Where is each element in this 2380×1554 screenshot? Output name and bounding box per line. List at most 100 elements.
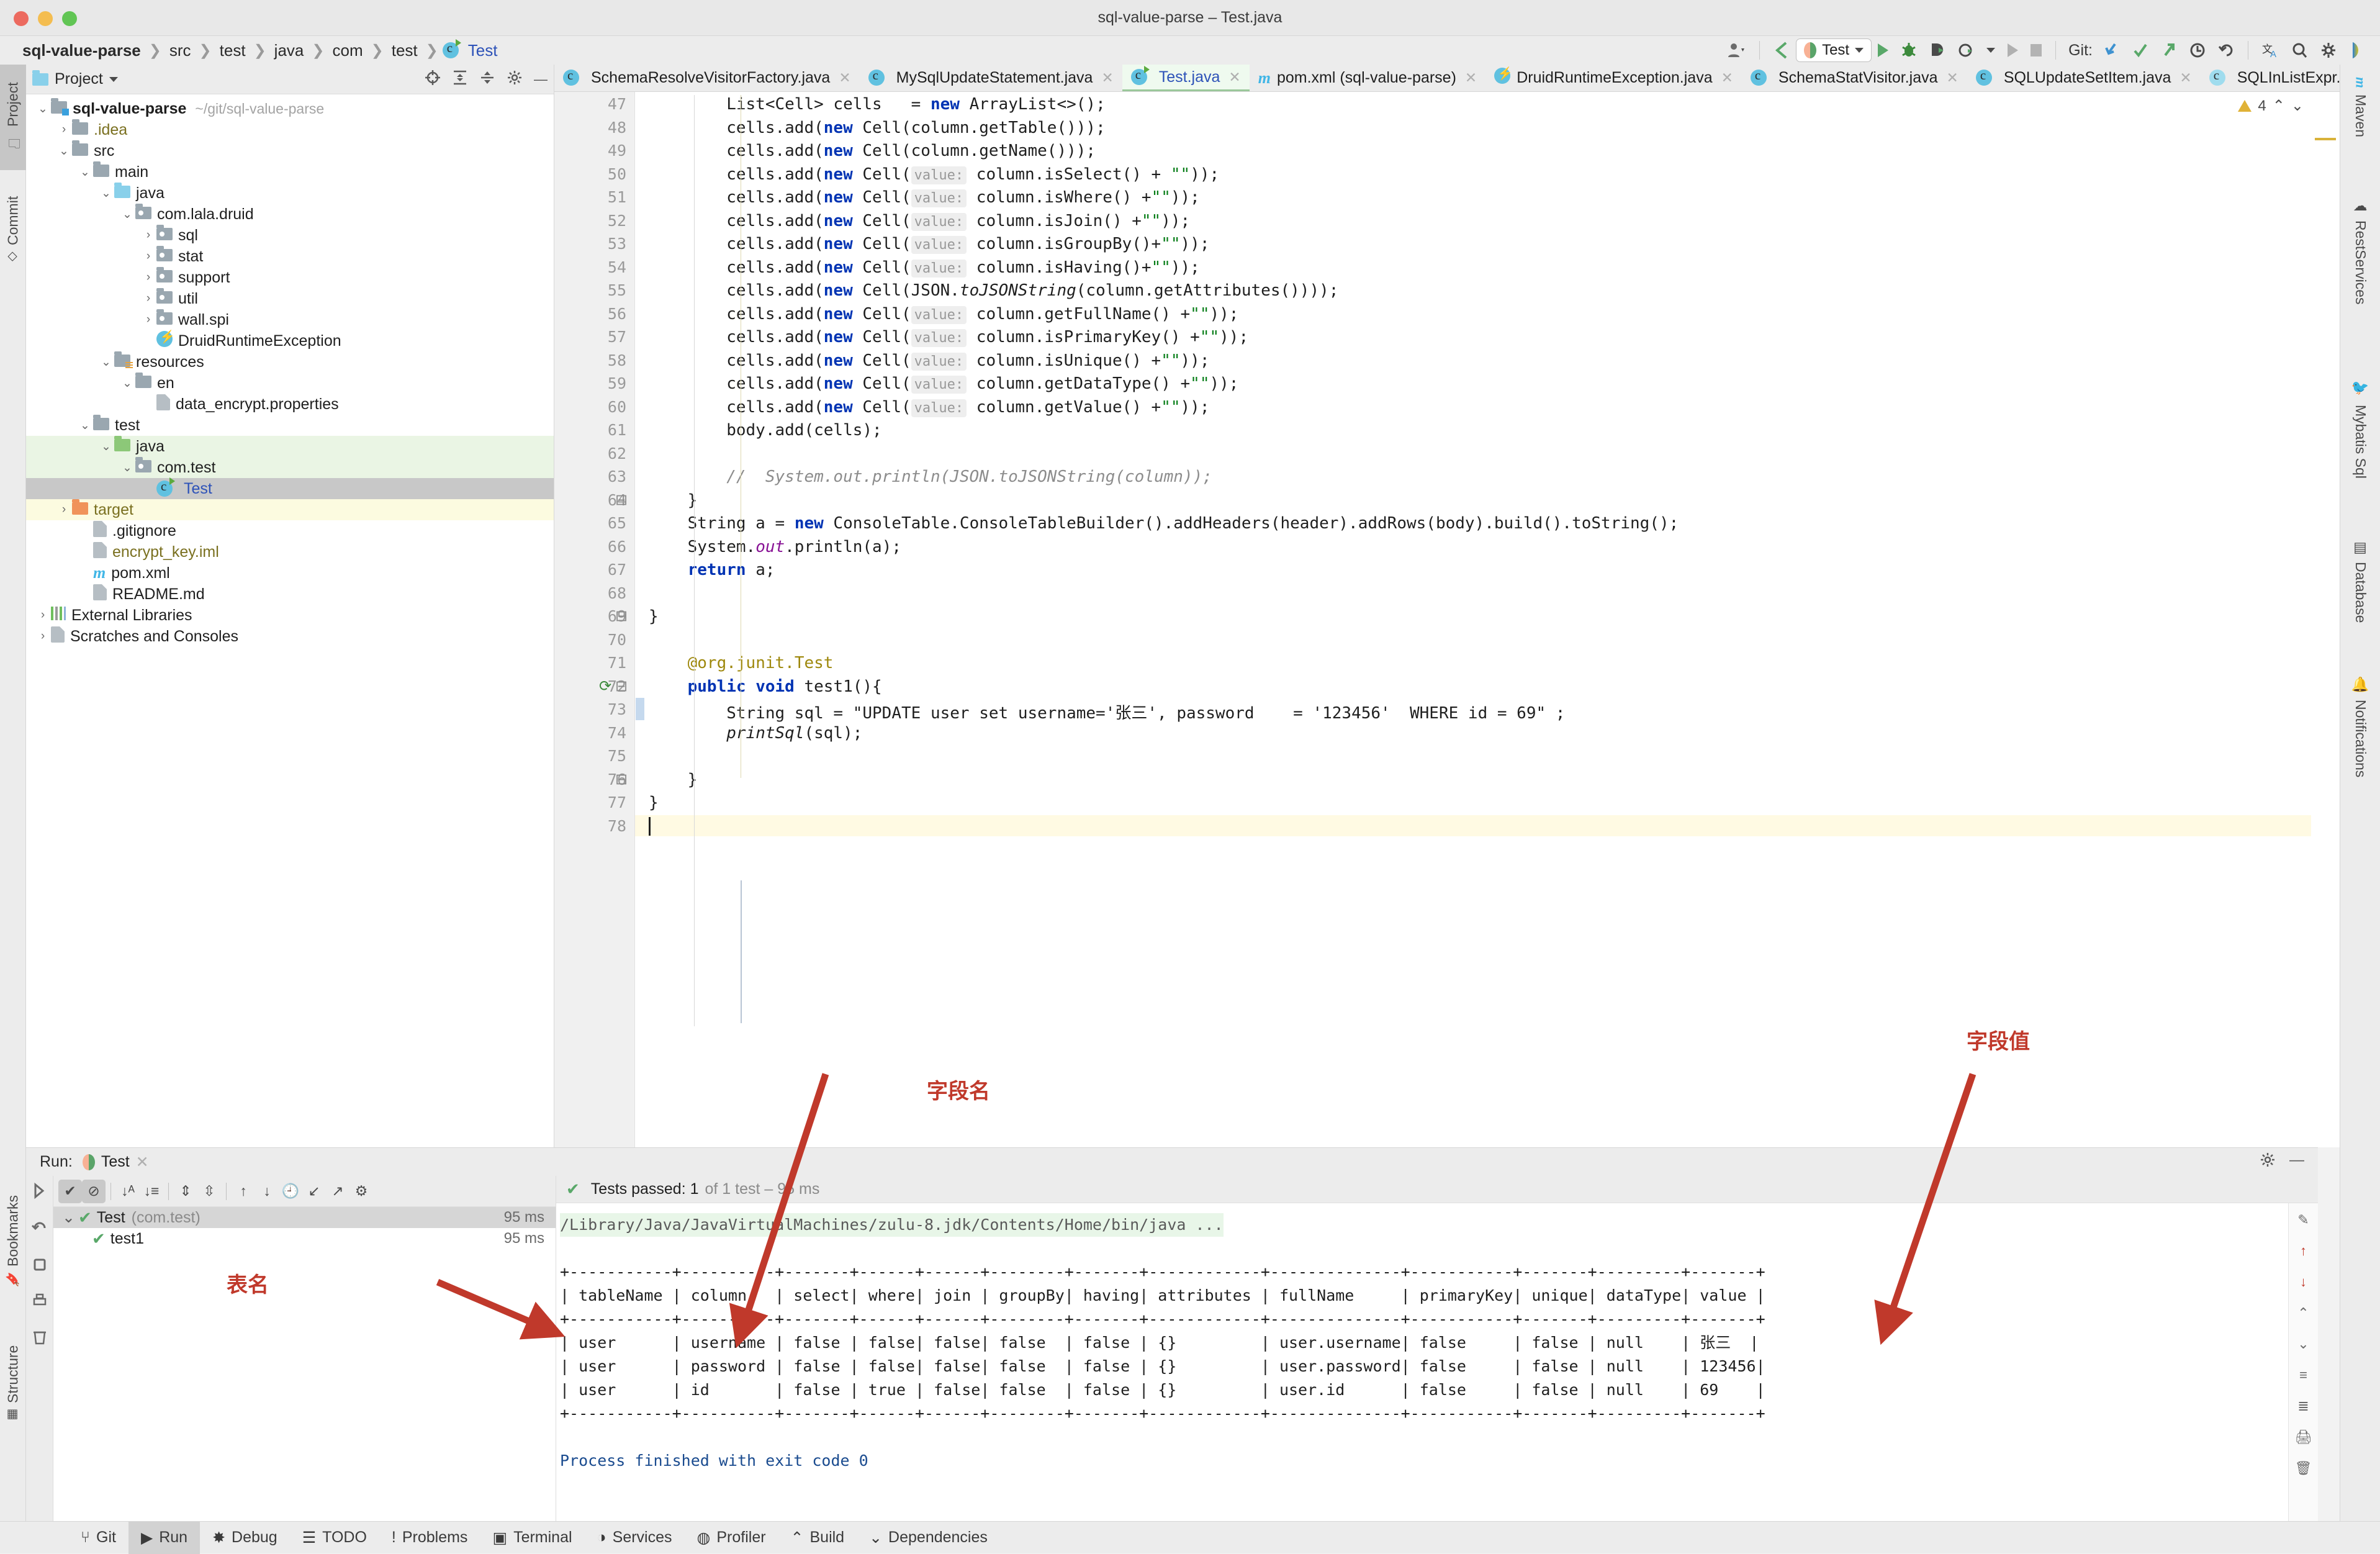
chevron-down-icon[interactable]: ⌄	[2291, 97, 2304, 115]
status-bar-item-profiler[interactable]: ◍ Profiler	[685, 1522, 778, 1554]
code-line[interactable]: }	[649, 491, 698, 510]
chevron-down-icon[interactable]: ⌄	[119, 376, 135, 391]
tree-node-src[interactable]: ⌄ src	[26, 140, 554, 161]
editor-tab-druidruntimeexception-java[interactable]: DruidRuntimeException.java ✕	[1485, 65, 1742, 91]
breadcrumb-item-testpkg[interactable]: test	[388, 41, 421, 60]
status-bar-item-problems[interactable]: ! Problems	[379, 1522, 480, 1554]
chevron-up-icon[interactable]: ⌃	[2273, 97, 2285, 115]
run-side-toolbar[interactable]	[26, 1176, 53, 1521]
search-icon[interactable]	[2286, 38, 2314, 63]
code-line[interactable]: cells.add(new Cell(value: column.isUniqu…	[649, 351, 1210, 371]
close-window-button[interactable]	[14, 11, 29, 26]
git-history-icon[interactable]	[2183, 38, 2212, 63]
trash-icon[interactable]: 🗑	[2295, 1460, 2312, 1476]
tree-node-util[interactable]: › util	[26, 287, 554, 309]
print-icon[interactable]	[32, 1293, 48, 1312]
trash-icon[interactable]	[32, 1329, 47, 1348]
tree-node-main[interactable]: ⌄ main	[26, 161, 554, 183]
tree-node-readme-md[interactable]: ›README.md	[26, 584, 554, 605]
breadcrumb-item-src[interactable]: src	[166, 41, 195, 60]
rerun-icon[interactable]	[31, 1182, 48, 1203]
code-line[interactable]: cells.add(new Cell(column.getName()));	[649, 142, 1096, 160]
scroll-from-source-icon[interactable]	[425, 70, 441, 89]
chevron-down-icon[interactable]	[1986, 48, 1996, 53]
tree-node--idea[interactable]: › .idea	[26, 119, 554, 140]
code-line[interactable]: List<Cell> cells = new ArrayList<>();	[649, 95, 1106, 114]
breadcrumb-item-project[interactable]: sql-value-parse	[19, 41, 145, 60]
code-line[interactable]: // System.out.println(JSON.toJSONString(…	[649, 468, 1212, 486]
tree-node-java[interactable]: ⌄ java	[26, 182, 554, 204]
sidebar-item-database[interactable]: ▤ Database	[2340, 533, 2380, 667]
sidebar-item-maven[interactable]: m Maven	[2340, 71, 2380, 189]
soft-wrap-icon[interactable]: ≡	[2299, 1367, 2307, 1383]
debug-button[interactable]	[1895, 38, 1923, 63]
tree-node-pom-xml[interactable]: ›mpom.xml	[26, 562, 554, 584]
translate-icon[interactable]: 文A	[2256, 38, 2286, 63]
git-commit-icon[interactable]	[2126, 38, 2155, 63]
hide-panel-icon[interactable]: —	[2289, 1152, 2304, 1172]
sidebar-item-mybatis-sql[interactable]: 🐦 Mybatis Sql	[2340, 375, 2380, 530]
tree-node-external-libraries[interactable]: › External Libraries	[26, 605, 554, 626]
project-tree[interactable]: ⌄ sql-value-parse ~/git/sql-value-parse › .i…	[26, 94, 554, 647]
code-line[interactable]: System.out.println(a);	[649, 538, 901, 556]
tree-node--gitignore[interactable]: ›.gitignore	[26, 520, 554, 541]
next-failed-icon[interactable]: ↓	[255, 1180, 279, 1203]
test-results-pane[interactable]: ✔ ⊘ ↓ᴬ ↓≡ ⇕ ⇳ ↑ ↓ 🕘 ↙ ↗ ⚙ ⌄ ✔ Test (com.tes…	[53, 1176, 556, 1521]
run-configuration-selector[interactable]: Test	[1796, 38, 1872, 62]
hide-panel-icon[interactable]: —	[534, 71, 548, 88]
test-toolbar[interactable]: ✔ ⊘ ↓ᴬ ↓≡ ⇕ ⇳ ↑ ↓ 🕘 ↙ ↗ ⚙	[53, 1176, 556, 1207]
tree-node-test[interactable]: ›Test	[26, 477, 554, 499]
close-icon[interactable]: ✕	[1463, 70, 1477, 86]
minimize-window-button[interactable]	[38, 11, 53, 26]
chevron-down-icon[interactable]: ⌄	[119, 461, 135, 475]
tree-node-data-encrypt-properties[interactable]: ›data_encrypt.properties	[26, 394, 554, 415]
expand-all-icon[interactable]: ⇕	[174, 1180, 197, 1203]
status-bar-item-build[interactable]: ⌃ Build	[778, 1522, 857, 1554]
code-line[interactable]: String sql = "UPDATE user set username='…	[649, 700, 1565, 723]
tree-node-test[interactable]: ⌄ test	[26, 414, 554, 436]
close-icon[interactable]: ✕	[836, 70, 850, 86]
chevron-right-icon[interactable]: ›	[140, 271, 156, 284]
chevron-right-icon[interactable]: ›	[140, 250, 156, 263]
vcs-change-marker[interactable]	[636, 698, 644, 720]
code-line[interactable]: }	[649, 770, 698, 789]
chevron-down-icon[interactable]: ⌄	[62, 1208, 78, 1227]
main-toolbar[interactable]: Test Git: 文 A	[1721, 38, 2380, 63]
sidebar-item-restservices[interactable]: ☁ RestServices	[2340, 192, 2380, 372]
prev-occurrence-icon[interactable]: ⌃	[2297, 1305, 2309, 1321]
sort-alphabetically-icon[interactable]: ↓ᴬ	[116, 1180, 140, 1203]
chevron-down-icon[interactable]	[109, 76, 118, 82]
code-line[interactable]: cells.add(new Cell(value: column.isHavin…	[649, 258, 1200, 278]
editor-tab-schemaresolvevisitorfactory-java[interactable]: SchemaResolveVisitorFactory.java ✕	[554, 65, 860, 91]
collapse-all-icon[interactable]	[479, 70, 495, 89]
bottom-status-bar[interactable]: ⑂ Git ▶ Run ✸ Debug ☰ TODO! Problems ▣ Terminal ◑ Se…	[0, 1521, 2380, 1554]
editor-tab-mysqlupdatestatement-java[interactable]: MySqlUpdateStatement.java ✕	[860, 65, 1122, 91]
chevron-down-icon[interactable]	[1855, 48, 1864, 53]
status-bar-item-dependencies[interactable]: ⌄ Dependencies	[857, 1522, 1000, 1554]
chevron-right-icon[interactable]: ›	[140, 313, 156, 327]
settings-gear-icon[interactable]: ⚙	[349, 1180, 373, 1203]
tree-node-com-lala-druid[interactable]: ⌄ com.lala.druid	[26, 203, 554, 225]
close-icon[interactable]: ✕	[1719, 70, 1733, 86]
tree-node-target[interactable]: › target	[26, 499, 554, 520]
tree-node-wall-spi[interactable]: › wall.spi	[26, 309, 554, 330]
history-icon[interactable]: 🕘	[279, 1180, 302, 1203]
rerun-failed-icon[interactable]	[31, 1219, 48, 1240]
code-line[interactable]: }	[649, 793, 659, 812]
breadcrumb-item-test[interactable]: test	[216, 41, 250, 60]
gutter-marker[interactable]: ⊟	[615, 491, 628, 509]
breadcrumb[interactable]: sql-value-parse ❯ src ❯ test ❯ java ❯ co…	[0, 39, 501, 60]
gutter-marker[interactable]: ⊟	[615, 607, 628, 625]
status-bar-item-debug[interactable]: ✸ Debug	[200, 1522, 290, 1554]
chevron-right-icon[interactable]: ›	[35, 608, 51, 622]
status-bar-item-git[interactable]: ⑂ Git	[68, 1522, 128, 1554]
status-bar-item-services[interactable]: ◑ Services	[585, 1522, 685, 1554]
code-line[interactable]: String a = new ConsoleTable.ConsoleTable…	[649, 514, 1679, 533]
code-line[interactable]: cells.add(new Cell(value: column.isSelec…	[649, 165, 1219, 184]
import-results-icon[interactable]: ↙	[302, 1180, 326, 1203]
rerun-button[interactable]	[2001, 38, 2024, 63]
editor-tab-strip[interactable]: SchemaResolveVisitorFactory.java✕MySqlUp…	[554, 65, 2340, 92]
code-line[interactable]: public void test1(){	[649, 677, 882, 696]
left-tool-strip[interactable]: 🗀 Project ◇ Commit 🔖 Bookmarks ▦ Structu…	[0, 65, 26, 1521]
tree-node-en[interactable]: ⌄ en	[26, 372, 554, 394]
